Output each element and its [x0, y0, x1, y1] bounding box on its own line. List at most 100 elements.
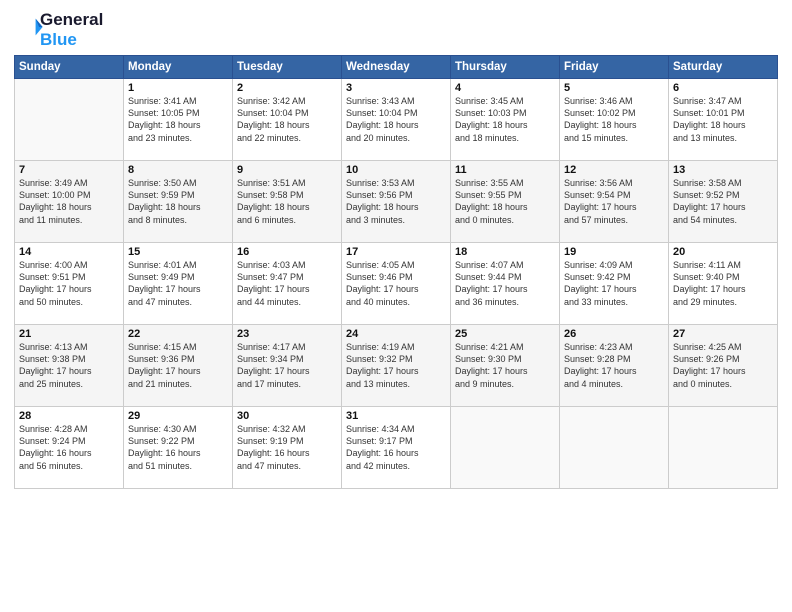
calendar-cell: 9Sunrise: 3:51 AM Sunset: 9:58 PM Daylig… — [233, 161, 342, 243]
cell-content: Sunrise: 4:25 AM Sunset: 9:26 PM Dayligh… — [673, 341, 773, 390]
calendar-cell: 11Sunrise: 3:55 AM Sunset: 9:55 PM Dayli… — [451, 161, 560, 243]
cell-content: Sunrise: 3:55 AM Sunset: 9:55 PM Dayligh… — [455, 177, 555, 226]
day-number: 7 — [19, 164, 119, 176]
week-row-2: 7Sunrise: 3:49 AM Sunset: 10:00 PM Dayli… — [15, 161, 778, 243]
cell-content: Sunrise: 4:01 AM Sunset: 9:49 PM Dayligh… — [128, 259, 228, 308]
day-number: 9 — [237, 164, 337, 176]
day-number: 12 — [564, 164, 664, 176]
calendar-cell: 26Sunrise: 4:23 AM Sunset: 9:28 PM Dayli… — [560, 325, 669, 407]
cell-content: Sunrise: 4:34 AM Sunset: 9:17 PM Dayligh… — [346, 423, 446, 472]
calendar-cell: 31Sunrise: 4:34 AM Sunset: 9:17 PM Dayli… — [342, 407, 451, 489]
day-number: 17 — [346, 246, 446, 258]
cell-content: Sunrise: 4:17 AM Sunset: 9:34 PM Dayligh… — [237, 341, 337, 390]
cell-content: Sunrise: 4:07 AM Sunset: 9:44 PM Dayligh… — [455, 259, 555, 308]
logo-text-line1: General — [40, 10, 103, 30]
cell-content: Sunrise: 3:50 AM Sunset: 9:59 PM Dayligh… — [128, 177, 228, 226]
calendar-cell: 29Sunrise: 4:30 AM Sunset: 9:22 PM Dayli… — [124, 407, 233, 489]
calendar-cell: 19Sunrise: 4:09 AM Sunset: 9:42 PM Dayli… — [560, 243, 669, 325]
weekday-header-row: SundayMondayTuesdayWednesdayThursdayFrid… — [15, 56, 778, 79]
calendar-cell — [560, 407, 669, 489]
weekday-header-sunday: Sunday — [15, 56, 124, 79]
calendar-cell: 27Sunrise: 4:25 AM Sunset: 9:26 PM Dayli… — [669, 325, 778, 407]
cell-content: Sunrise: 4:11 AM Sunset: 9:40 PM Dayligh… — [673, 259, 773, 308]
calendar-cell: 6Sunrise: 3:47 AM Sunset: 10:01 PM Dayli… — [669, 79, 778, 161]
calendar-cell — [15, 79, 124, 161]
week-row-1: 1Sunrise: 3:41 AM Sunset: 10:05 PM Dayli… — [15, 79, 778, 161]
cell-content: Sunrise: 3:42 AM Sunset: 10:04 PM Daylig… — [237, 95, 337, 144]
cell-content: Sunrise: 3:58 AM Sunset: 9:52 PM Dayligh… — [673, 177, 773, 226]
day-number: 31 — [346, 410, 446, 422]
day-number: 28 — [19, 410, 119, 422]
weekday-header-monday: Monday — [124, 56, 233, 79]
calendar-table: SundayMondayTuesdayWednesdayThursdayFrid… — [14, 55, 778, 489]
calendar-cell — [669, 407, 778, 489]
day-number: 18 — [455, 246, 555, 258]
calendar-cell: 23Sunrise: 4:17 AM Sunset: 9:34 PM Dayli… — [233, 325, 342, 407]
cell-content: Sunrise: 4:03 AM Sunset: 9:47 PM Dayligh… — [237, 259, 337, 308]
weekday-header-wednesday: Wednesday — [342, 56, 451, 79]
calendar-cell: 13Sunrise: 3:58 AM Sunset: 9:52 PM Dayli… — [669, 161, 778, 243]
cell-content: Sunrise: 3:49 AM Sunset: 10:00 PM Daylig… — [19, 177, 119, 226]
day-number: 15 — [128, 246, 228, 258]
day-number: 29 — [128, 410, 228, 422]
calendar-cell: 1Sunrise: 3:41 AM Sunset: 10:05 PM Dayli… — [124, 79, 233, 161]
cell-content: Sunrise: 4:32 AM Sunset: 9:19 PM Dayligh… — [237, 423, 337, 472]
day-number: 4 — [455, 82, 555, 94]
cell-content: Sunrise: 4:09 AM Sunset: 9:42 PM Dayligh… — [564, 259, 664, 308]
calendar-cell — [451, 407, 560, 489]
calendar-cell: 15Sunrise: 4:01 AM Sunset: 9:49 PM Dayli… — [124, 243, 233, 325]
calendar-cell: 2Sunrise: 3:42 AM Sunset: 10:04 PM Dayli… — [233, 79, 342, 161]
day-number: 30 — [237, 410, 337, 422]
calendar-cell: 7Sunrise: 3:49 AM Sunset: 10:00 PM Dayli… — [15, 161, 124, 243]
day-number: 1 — [128, 82, 228, 94]
day-number: 5 — [564, 82, 664, 94]
calendar-cell: 18Sunrise: 4:07 AM Sunset: 9:44 PM Dayli… — [451, 243, 560, 325]
calendar-cell: 16Sunrise: 4:03 AM Sunset: 9:47 PM Dayli… — [233, 243, 342, 325]
cell-content: Sunrise: 3:43 AM Sunset: 10:04 PM Daylig… — [346, 95, 446, 144]
calendar-cell: 8Sunrise: 3:50 AM Sunset: 9:59 PM Daylig… — [124, 161, 233, 243]
day-number: 26 — [564, 328, 664, 340]
cell-content: Sunrise: 4:23 AM Sunset: 9:28 PM Dayligh… — [564, 341, 664, 390]
day-number: 27 — [673, 328, 773, 340]
calendar-cell: 3Sunrise: 3:43 AM Sunset: 10:04 PM Dayli… — [342, 79, 451, 161]
calendar-cell: 4Sunrise: 3:45 AM Sunset: 10:03 PM Dayli… — [451, 79, 560, 161]
day-number: 24 — [346, 328, 446, 340]
day-number: 16 — [237, 246, 337, 258]
day-number: 20 — [673, 246, 773, 258]
week-row-5: 28Sunrise: 4:28 AM Sunset: 9:24 PM Dayli… — [15, 407, 778, 489]
cell-content: Sunrise: 4:13 AM Sunset: 9:38 PM Dayligh… — [19, 341, 119, 390]
cell-content: Sunrise: 3:45 AM Sunset: 10:03 PM Daylig… — [455, 95, 555, 144]
calendar-cell: 30Sunrise: 4:32 AM Sunset: 9:19 PM Dayli… — [233, 407, 342, 489]
calendar-cell: 24Sunrise: 4:19 AM Sunset: 9:32 PM Dayli… — [342, 325, 451, 407]
week-row-3: 14Sunrise: 4:00 AM Sunset: 9:51 PM Dayli… — [15, 243, 778, 325]
day-number: 3 — [346, 82, 446, 94]
weekday-header-tuesday: Tuesday — [233, 56, 342, 79]
calendar-cell: 21Sunrise: 4:13 AM Sunset: 9:38 PM Dayli… — [15, 325, 124, 407]
cell-content: Sunrise: 4:21 AM Sunset: 9:30 PM Dayligh… — [455, 341, 555, 390]
calendar-cell: 5Sunrise: 3:46 AM Sunset: 10:02 PM Dayli… — [560, 79, 669, 161]
calendar-cell: 12Sunrise: 3:56 AM Sunset: 9:54 PM Dayli… — [560, 161, 669, 243]
cell-content: Sunrise: 4:00 AM Sunset: 9:51 PM Dayligh… — [19, 259, 119, 308]
calendar-cell: 14Sunrise: 4:00 AM Sunset: 9:51 PM Dayli… — [15, 243, 124, 325]
day-number: 6 — [673, 82, 773, 94]
calendar-cell: 28Sunrise: 4:28 AM Sunset: 9:24 PM Dayli… — [15, 407, 124, 489]
weekday-header-friday: Friday — [560, 56, 669, 79]
calendar-cell: 22Sunrise: 4:15 AM Sunset: 9:36 PM Dayli… — [124, 325, 233, 407]
day-number: 21 — [19, 328, 119, 340]
logo-text-line2: Blue — [40, 30, 103, 50]
cell-content: Sunrise: 3:56 AM Sunset: 9:54 PM Dayligh… — [564, 177, 664, 226]
cell-content: Sunrise: 3:53 AM Sunset: 9:56 PM Dayligh… — [346, 177, 446, 226]
day-number: 8 — [128, 164, 228, 176]
page-header: General Blue — [14, 10, 778, 49]
day-number: 19 — [564, 246, 664, 258]
page-container: General Blue SundayMondayTuesdayWednesda… — [0, 0, 792, 497]
cell-content: Sunrise: 4:30 AM Sunset: 9:22 PM Dayligh… — [128, 423, 228, 472]
cell-content: Sunrise: 4:15 AM Sunset: 9:36 PM Dayligh… — [128, 341, 228, 390]
cell-content: Sunrise: 4:19 AM Sunset: 9:32 PM Dayligh… — [346, 341, 446, 390]
day-number: 23 — [237, 328, 337, 340]
calendar-cell: 10Sunrise: 3:53 AM Sunset: 9:56 PM Dayli… — [342, 161, 451, 243]
calendar-cell: 17Sunrise: 4:05 AM Sunset: 9:46 PM Dayli… — [342, 243, 451, 325]
cell-content: Sunrise: 3:47 AM Sunset: 10:01 PM Daylig… — [673, 95, 773, 144]
weekday-header-saturday: Saturday — [669, 56, 778, 79]
week-row-4: 21Sunrise: 4:13 AM Sunset: 9:38 PM Dayli… — [15, 325, 778, 407]
